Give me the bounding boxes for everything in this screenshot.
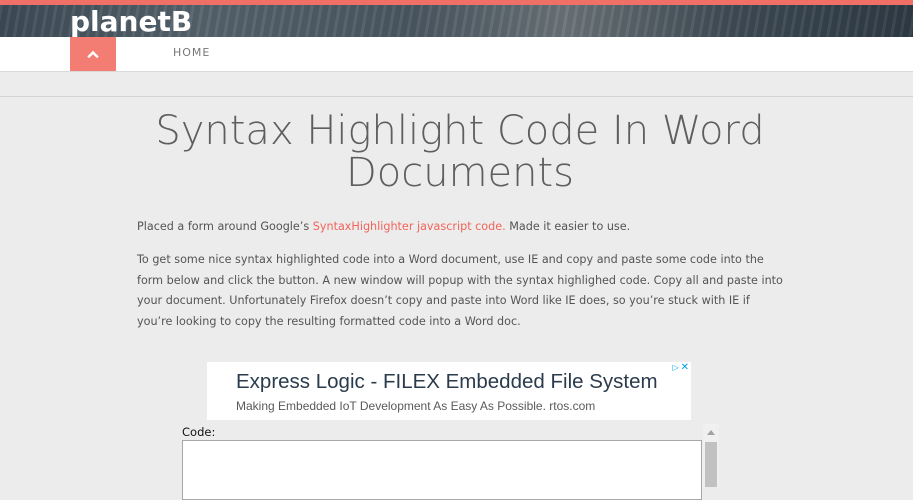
- divider: [0, 96, 913, 97]
- syntaxhighlighter-link[interactable]: SyntaxHighlighter javascript code.: [313, 220, 506, 233]
- ad-subtitle[interactable]: Making Embedded IoT Development As Easy …: [236, 398, 595, 414]
- scroll-top-button[interactable]: [70, 37, 116, 71]
- instructions-paragraph: To get some nice syntax highlighted code…: [137, 253, 783, 328]
- scroll-up-arrow-icon[interactable]: [703, 424, 719, 440]
- intro-text-after: Made it easier to use.: [505, 220, 631, 233]
- textarea-scrollbar[interactable]: [703, 424, 719, 487]
- intro-paragraph: Placed a form around Google’s SyntaxHigh…: [137, 217, 787, 238]
- ad-choices[interactable]: ▷ ✕: [672, 363, 689, 373]
- ad-title[interactable]: Express Logic - FILEX Embedded File Syst…: [236, 370, 658, 394]
- site-logo[interactable]: planetB: [70, 4, 192, 40]
- intro-text-before: Placed a form around Google’s: [137, 220, 313, 233]
- ad-banner[interactable]: Express Logic - FILEX Embedded File Syst…: [207, 362, 691, 420]
- nav-home-link[interactable]: HOME: [173, 46, 210, 59]
- ad-choices-icon[interactable]: ▷: [672, 363, 678, 373]
- code-label: Code:: [182, 425, 216, 439]
- code-textarea[interactable]: [182, 440, 702, 500]
- page-title: Syntax Highlight Code In Word Documents: [155, 108, 765, 196]
- scroll-thumb[interactable]: [705, 442, 717, 487]
- close-icon[interactable]: ✕: [681, 363, 689, 373]
- navbar: [0, 37, 913, 72]
- chevron-up-icon: [87, 50, 99, 58]
